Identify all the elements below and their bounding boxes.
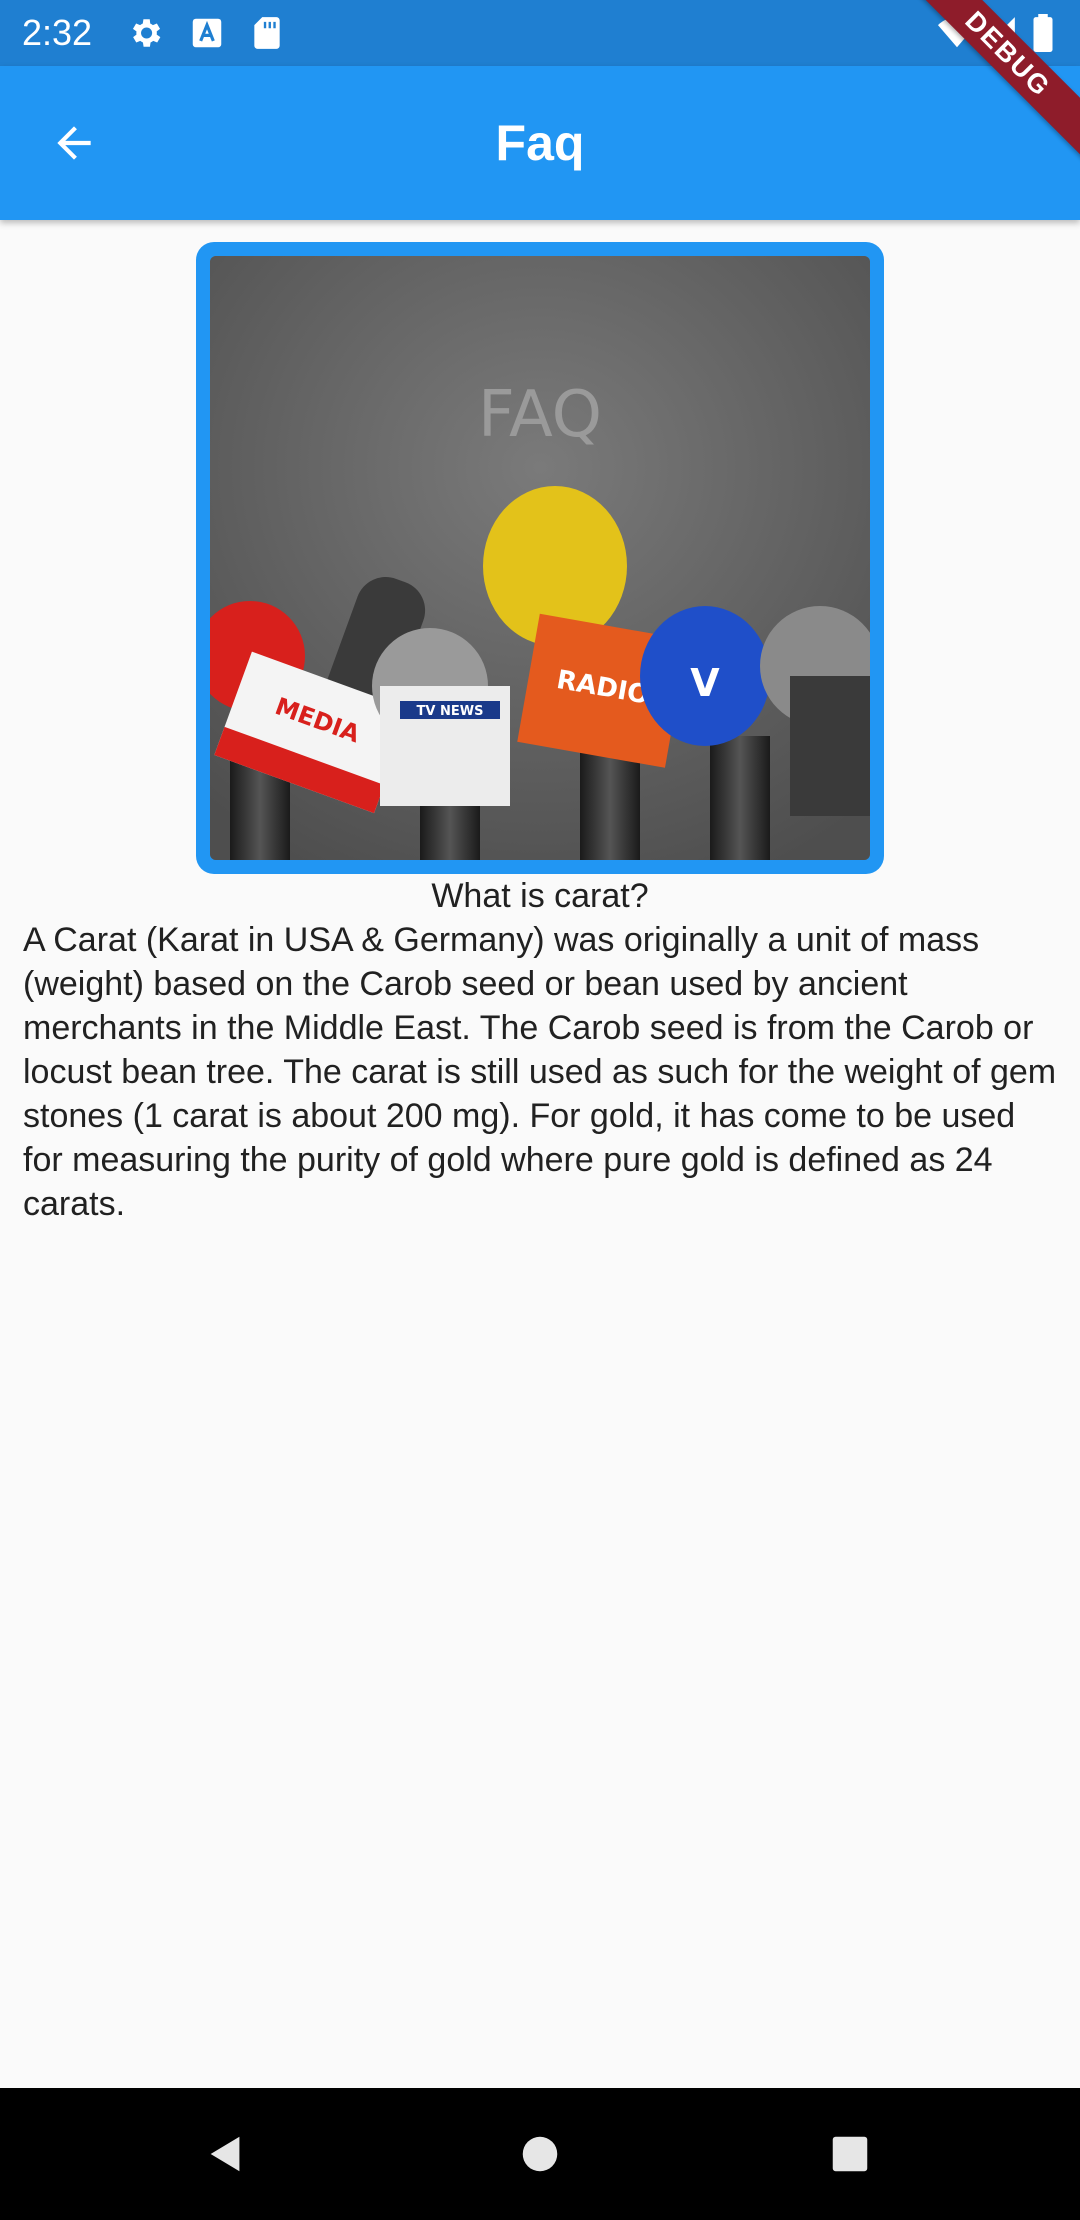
screen: 2:32 Faq DEBUG FAQ MEDIA TV NEWS RADIO V… <box>0 0 1080 2220</box>
image-v-flag: V <box>690 661 720 705</box>
image-faq-label: FAQ <box>478 378 602 452</box>
sd-card-icon <box>248 14 286 52</box>
battery-icon <box>1030 14 1056 52</box>
image-tvnews-flag: TV NEWS <box>417 704 484 719</box>
status-bar: 2:32 <box>0 0 1080 66</box>
faq-question: What is carat? <box>431 877 649 915</box>
nav-recents-button[interactable] <box>820 2124 880 2184</box>
nav-back-button[interactable] <box>196 2124 256 2184</box>
text-a-icon <box>188 14 226 52</box>
system-nav-bar <box>0 2088 1080 2220</box>
settings-icon <box>126 14 164 52</box>
faq-answer: A Carat (Karat in USA & Germany) was ori… <box>23 921 1057 1223</box>
faq-image: FAQ MEDIA TV NEWS RADIO V <box>210 256 870 860</box>
status-time: 2:32 <box>22 12 93 53</box>
app-bar: Faq <box>0 66 1080 220</box>
page-title: Faq <box>495 115 585 171</box>
faq-image-frame: FAQ MEDIA TV NEWS RADIO V <box>196 242 884 874</box>
nav-recents-icon <box>832 2136 868 2172</box>
nav-back-icon <box>210 2136 240 2172</box>
nav-home-button[interactable] <box>510 2124 570 2184</box>
nav-home-icon <box>522 2136 558 2172</box>
